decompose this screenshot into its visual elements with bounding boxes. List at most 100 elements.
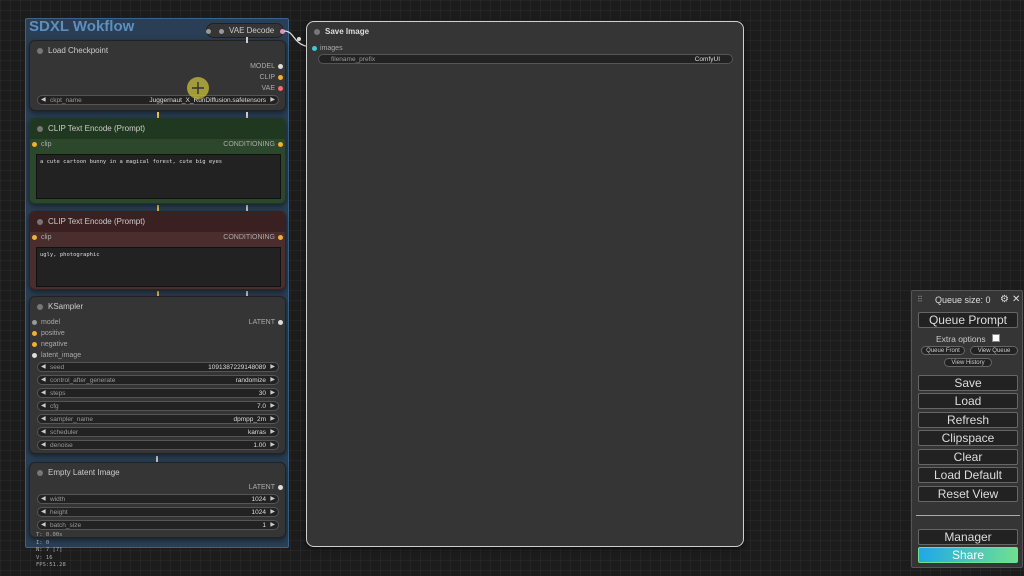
arrow-left-icon[interactable]: ◀ — [41, 521, 46, 530]
queue-front-button[interactable]: Queue Front — [921, 346, 965, 355]
load-default-button[interactable]: Load Default — [918, 467, 1018, 483]
arrow-left-icon[interactable]: ◀ — [41, 389, 46, 398]
arrow-right-icon[interactable]: ▶ — [270, 428, 275, 437]
queue-prompt-button[interactable]: Queue Prompt — [918, 312, 1018, 328]
cfg-widget[interactable]: ◀ cfg 7.0 ▶ — [37, 401, 279, 411]
collapse-dot[interactable] — [37, 126, 43, 132]
input-model-dot[interactable] — [32, 320, 37, 325]
clear-button[interactable]: Clear — [918, 449, 1018, 465]
height-widget[interactable]: ◀ height 1024 ▶ — [37, 507, 279, 517]
positive-prompt-textarea[interactable]: a cute cartoon bunny in a magical forest… — [36, 154, 281, 199]
arrow-right-icon[interactable]: ▶ — [270, 376, 275, 385]
vae-decode-title: VAE Decode — [229, 26, 275, 35]
clip-text-encode-positive-node[interactable]: CLIP Text Encode (Prompt) clip CONDITION… — [29, 118, 286, 204]
reset-view-button[interactable]: Reset View — [918, 486, 1018, 502]
extra-options-checkbox[interactable] — [992, 334, 1000, 342]
output-clip-dot[interactable] — [278, 75, 283, 80]
scheduler-widget[interactable]: ◀ scheduler karras ▶ — [37, 427, 279, 437]
vae-decode-node[interactable]: VAE Decode — [206, 23, 285, 38]
filename-prefix-widget[interactable]: filename_prefix ComfyUI — [318, 54, 733, 64]
queue-panel[interactable]: ⠿ Queue size: 0 ⚙ ✕ Queue Prompt Extra o… — [911, 290, 1023, 568]
close-icon[interactable]: ✕ — [1012, 294, 1020, 305]
arrow-left-icon[interactable]: ◀ — [41, 376, 46, 385]
arrow-right-icon[interactable]: ▶ — [270, 521, 275, 530]
control-after-generate-widget[interactable]: ◀ control_after_generate randomize ▶ — [37, 375, 279, 385]
steps-widget[interactable]: ◀ steps 30 ▶ — [37, 388, 279, 398]
input-positive-dot[interactable] — [32, 331, 37, 336]
sampler-name-widget[interactable]: ◀ sampler_name dpmpp_2m ▶ — [37, 414, 279, 424]
arrow-right-icon[interactable]: ▶ — [270, 415, 275, 424]
arrow-right-icon[interactable]: ▶ — [270, 363, 275, 372]
widget-value: 1024 — [251, 496, 266, 503]
arrow-left-icon[interactable]: ◀ — [41, 96, 46, 105]
view-history-button[interactable]: View History — [944, 358, 992, 367]
ksampler-node[interactable]: KSampler model positive negative latent_… — [29, 296, 286, 454]
input-latent-dot[interactable] — [32, 353, 37, 358]
vae-decode-input-dot[interactable] — [206, 29, 211, 34]
drag-handle-icon[interactable]: ⠿ — [917, 295, 923, 304]
seed-widget[interactable]: ◀ seed 1091387229148089 ▶ — [37, 362, 279, 372]
stat-nodes: N: 7 [7] — [36, 547, 63, 553]
batch-size-widget[interactable]: ◀ batch_size 1 ▶ — [37, 520, 279, 530]
input-positive-label: positive — [41, 330, 65, 337]
clipspace-button[interactable]: Clipspace — [918, 430, 1018, 446]
input-clip-dot[interactable] — [32, 235, 37, 240]
clip-positive-titlebar: CLIP Text Encode (Prompt) — [30, 119, 285, 139]
vae-decode-collapse-dot[interactable] — [219, 29, 224, 34]
output-vae-dot[interactable] — [278, 86, 283, 91]
widget-label: scheduler — [50, 429, 79, 436]
arrow-left-icon[interactable]: ◀ — [41, 441, 46, 450]
output-conditioning-dot[interactable] — [278, 142, 283, 147]
output-latent-dot[interactable] — [278, 485, 283, 490]
load-button[interactable]: Load — [918, 393, 1018, 409]
arrow-right-icon[interactable]: ▶ — [270, 389, 275, 398]
share-button[interactable]: Share — [918, 547, 1018, 563]
stat-fps: FPS:51.28 — [36, 562, 66, 568]
widget-label: height — [50, 509, 68, 516]
arrow-left-icon[interactable]: ◀ — [41, 428, 46, 437]
width-widget[interactable]: ◀ width 1024 ▶ — [37, 494, 279, 504]
widget-value: 1091387229148089 — [208, 364, 266, 371]
arrow-left-icon[interactable]: ◀ — [41, 363, 46, 372]
widget-value: 1.00 — [253, 442, 266, 449]
save-image-node[interactable]: Save Image images filename_prefix ComfyU… — [306, 21, 744, 547]
arrow-right-icon[interactable]: ▶ — [270, 402, 275, 411]
collapse-dot[interactable] — [37, 470, 43, 476]
arrow-left-icon[interactable]: ◀ — [41, 415, 46, 424]
clip-negative-titlebar: CLIP Text Encode (Prompt) — [30, 212, 285, 232]
input-negative-dot[interactable] — [32, 342, 37, 347]
input-clip-dot[interactable] — [32, 142, 37, 147]
group-title[interactable]: SDXL Wokflow — [29, 18, 134, 35]
arrow-left-icon[interactable]: ◀ — [41, 402, 46, 411]
output-latent-dot[interactable] — [278, 320, 283, 325]
load-checkpoint-node[interactable]: Load Checkpoint MODEL CLIP VAE ◀ ckpt_na… — [29, 40, 286, 111]
arrow-right-icon[interactable]: ▶ — [270, 96, 275, 105]
output-conditioning-dot[interactable] — [278, 235, 283, 240]
widget-label: denoise — [50, 442, 73, 449]
manager-button[interactable]: Manager — [918, 529, 1018, 545]
input-model-label: model — [41, 319, 61, 326]
collapse-dot[interactable] — [37, 304, 43, 310]
arrow-right-icon[interactable]: ▶ — [270, 495, 275, 504]
empty-latent-image-node[interactable]: Empty Latent Image LATENT ◀ width 1024 ▶… — [29, 462, 286, 538]
collapse-dot[interactable] — [37, 219, 43, 225]
output-model-dot[interactable] — [278, 64, 283, 69]
view-queue-button[interactable]: View Queue — [970, 346, 1018, 355]
clip-text-encode-negative-node[interactable]: CLIP Text Encode (Prompt) clip CONDITION… — [29, 211, 286, 290]
empty-latent-title: Empty Latent Image — [48, 468, 120, 477]
collapse-dot[interactable] — [314, 29, 320, 35]
refresh-button[interactable]: Refresh — [918, 412, 1018, 428]
denoise-widget[interactable]: ◀ denoise 1.00 ▶ — [37, 440, 279, 450]
gear-icon[interactable]: ⚙ — [1000, 294, 1009, 305]
negative-prompt-textarea[interactable]: ugly, photographic — [36, 247, 281, 287]
save-button[interactable]: Save — [918, 375, 1018, 391]
arrow-left-icon[interactable]: ◀ — [41, 508, 46, 517]
ksampler-titlebar: KSampler — [30, 297, 285, 317]
arrow-right-icon[interactable]: ▶ — [270, 508, 275, 517]
arrow-left-icon[interactable]: ◀ — [41, 495, 46, 504]
input-images-dot[interactable] — [312, 46, 317, 51]
input-clip-label: clip — [41, 234, 52, 241]
collapse-dot[interactable] — [37, 48, 43, 54]
arrow-right-icon[interactable]: ▶ — [270, 441, 275, 450]
ckpt-name-combo[interactable]: ◀ ckpt_name Juggernaut_X_RunDiffusion.sa… — [37, 95, 279, 105]
